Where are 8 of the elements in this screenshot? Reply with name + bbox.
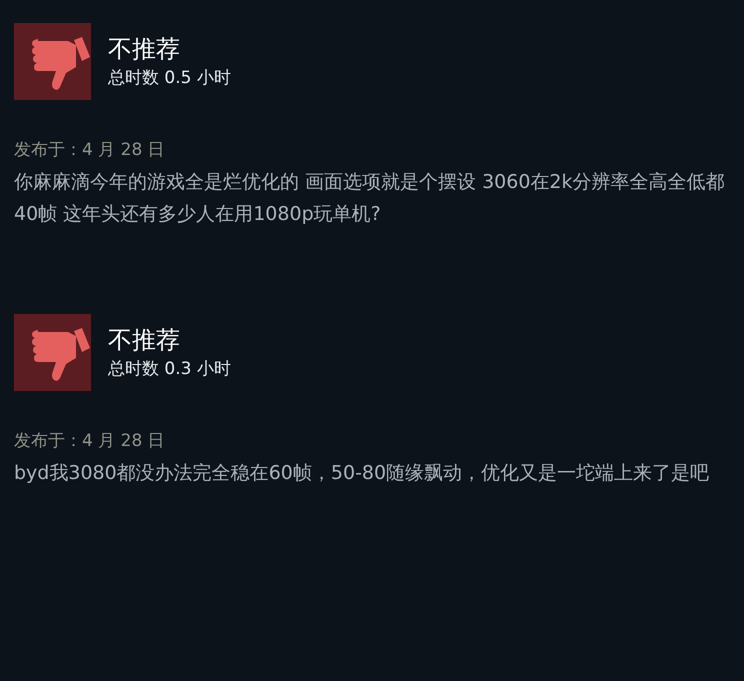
review-verdict: 不推荐 xyxy=(108,34,181,64)
review-text: byd我3080都没办法完全稳在60帧，50-80随缘飘动，优化又是一坨端上来了是吧 xyxy=(14,461,710,486)
review-verdict: 不推荐 xyxy=(108,324,181,354)
review-text: 你麻麻滴今年的游戏全是烂优化的 画面选项就是个摆设 3060在2k分辨率全高全低都40帧 这年头还有多少人在用1080p玩单机? xyxy=(14,170,726,227)
posted-date: 发布于：4 月 28 日 xyxy=(14,430,166,453)
playtime-hours: 总时数 0.5 小时 xyxy=(108,66,231,90)
posted-date: 发布于：4 月 28 日 xyxy=(14,139,166,162)
playtime-hours: 总时数 0.3 小时 xyxy=(108,358,231,380)
